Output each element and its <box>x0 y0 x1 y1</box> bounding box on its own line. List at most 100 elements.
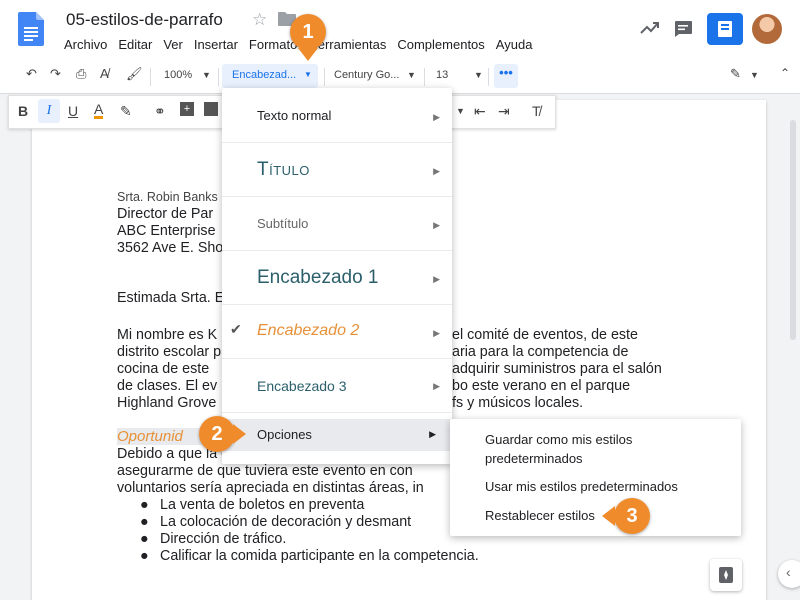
reset-styles[interactable]: Restablecer estilos <box>485 506 595 525</box>
menu-item-label: Opciones <box>257 427 312 442</box>
font-chevron-icon[interactable]: ▼ <box>407 70 416 80</box>
callout-step-1: 1 <box>290 14 326 50</box>
submenu-arrow-icon: ▶ <box>433 328 440 338</box>
italic-icon[interactable]: I <box>38 99 60 123</box>
body-line: de clases. El ev <box>117 378 218 394</box>
body-line: el comité de eventos, de este <box>452 327 638 343</box>
font-size-select[interactable]: 13 <box>436 69 448 81</box>
link-icon[interactable]: ⚭ <box>154 103 166 120</box>
body-line: asegurarme de que tuviera este evento en… <box>117 463 413 479</box>
menu-archivo[interactable]: Archivo <box>64 37 107 52</box>
decrease-indent-icon[interactable]: ⇤ <box>474 103 486 120</box>
collapse-toolbar-icon[interactable]: ⌃ <box>780 66 790 80</box>
print-icon[interactable]: ⎙ <box>76 66 86 82</box>
side-panel-toggle[interactable]: ‹ <box>778 560 800 588</box>
greeting-line: Estimada Srta. E <box>117 290 225 306</box>
redo-icon[interactable]: ↷ <box>50 66 61 82</box>
menu-item-heading-3[interactable]: Encabezado 3 ▶ <box>222 359 452 413</box>
font-select[interactable]: Century Go... <box>334 69 399 81</box>
options-submenu: Guardar como mis estilos predeterminados… <box>450 419 741 536</box>
more-tools-button[interactable]: ••• <box>494 64 518 88</box>
share-icon <box>718 21 732 37</box>
document-title[interactable]: 05-estilos-de-parrafo <box>66 10 223 30</box>
bullet-icon: ● <box>140 548 149 564</box>
user-avatar[interactable] <box>752 14 782 44</box>
menu-item-label: Título <box>257 159 310 180</box>
address-line: ABC Enterprise <box>117 223 216 239</box>
callout-step-3: 3 <box>614 498 650 534</box>
submenu-arrow-icon: ▶ <box>433 381 440 391</box>
use-default-styles[interactable]: Usar mis estilos predeterminados <box>485 477 678 496</box>
highlight-icon[interactable]: ✎ <box>120 103 132 120</box>
menu-item-heading-1[interactable]: Encabezado 1 ▶ <box>222 251 452 305</box>
list-item: La venta de boletos en preventa <box>160 497 365 513</box>
edit-mode-icon[interactable]: ✎ <box>730 66 741 82</box>
callout-pointer-icon <box>298 48 318 61</box>
text-color-icon[interactable]: A <box>94 102 104 119</box>
submenu-arrow-icon: ▶ <box>429 429 436 439</box>
list-chevron-icon[interactable]: ▼ <box>456 106 465 116</box>
menu-item-label: Encabezado 2 <box>257 322 360 339</box>
menu-item-heading-2[interactable]: ✔ Encabezado 2 ▶ <box>222 305 452 359</box>
size-chevron-icon[interactable]: ▼ <box>474 70 483 80</box>
address-line: 3562 Ave E. Sho <box>117 240 224 256</box>
body-line: cocina de este <box>117 361 210 377</box>
menu-editar[interactable]: Editar <box>118 37 152 52</box>
callout-pointer-icon <box>602 506 615 526</box>
comment-icon[interactable] <box>673 20 693 38</box>
bullet-icon: ● <box>140 514 149 530</box>
callout-step-2: 2 <box>199 416 235 452</box>
menu-item-label: Texto normal <box>257 108 332 123</box>
submenu-arrow-icon: ▶ <box>433 274 440 284</box>
star-icon[interactable]: ☆ <box>252 10 267 30</box>
edit-mode-chevron-icon[interactable]: ▼ <box>750 70 759 80</box>
body-line: Highland Grove <box>117 395 217 411</box>
menu-ayuda[interactable]: Ayuda <box>496 37 533 52</box>
zoom-select[interactable]: 100% <box>164 69 192 81</box>
body-line: bo este verano en el parque <box>452 378 631 394</box>
bold-icon[interactable]: B <box>18 103 28 119</box>
spellcheck-icon[interactable]: A̸ <box>100 66 109 81</box>
body-line: voluntarios sería apreciada en distintas… <box>117 480 424 496</box>
list-item: Dirección de tráfico. <box>160 531 287 547</box>
checkmark-icon: ✔ <box>230 321 242 337</box>
zoom-chevron-icon[interactable]: ▼ <box>202 70 211 80</box>
body-line: aria para la competencia de <box>452 344 629 360</box>
share-button[interactable] <box>707 13 743 45</box>
add-comment-icon[interactable]: + <box>180 102 194 116</box>
callout-pointer-icon <box>233 424 246 444</box>
increase-indent-icon[interactable]: ⇥ <box>498 103 510 120</box>
submenu-arrow-icon: ▶ <box>433 166 440 176</box>
scrollbar[interactable] <box>790 120 796 340</box>
bullet-icon: ● <box>140 497 149 513</box>
address-line: Srta. Robin Banks <box>117 190 218 204</box>
body-line: fs y músicos locales. <box>452 395 584 411</box>
explore-button[interactable] <box>710 559 742 591</box>
bullet-icon: ● <box>140 531 149 547</box>
menu-item-subtitle[interactable]: Subtítulo ▶ <box>222 197 452 251</box>
list-item: La colocación de decoración y desmant <box>160 514 412 530</box>
underline-icon[interactable]: U <box>68 103 78 119</box>
menu-insertar[interactable]: Insertar <box>194 37 238 52</box>
clear-formatting-icon[interactable]: T̸ <box>532 103 541 119</box>
menu-item-title[interactable]: Título ▶ <box>222 143 452 197</box>
paint-format-icon[interactable]: 🖌︎ <box>126 66 143 82</box>
menu-ver[interactable]: Ver <box>163 37 183 52</box>
menu-item-options[interactable]: Opciones ▶ <box>222 419 452 451</box>
insert-image-icon[interactable] <box>204 102 218 116</box>
save-as-default-styles[interactable]: Guardar como mis estilos predeterminados <box>485 430 685 468</box>
menu-formato[interactable]: Formato <box>249 37 297 52</box>
body-line: Mi nombre es K <box>117 327 218 343</box>
submenu-arrow-icon: ▶ <box>433 220 440 230</box>
paragraph-style-value: Encabezad... <box>232 69 297 81</box>
menu-complementos[interactable]: Complementos <box>397 37 484 52</box>
activity-trend-icon[interactable] <box>640 20 660 36</box>
selected-heading-text[interactable]: Oportunid <box>117 428 209 445</box>
style-chevron-icon: ▼ <box>304 70 312 79</box>
paragraph-style-select[interactable]: Encabezad... ▼ <box>222 64 318 88</box>
address-line: Director de Par <box>117 206 214 222</box>
undo-icon[interactable]: ↶ <box>26 66 37 82</box>
docs-logo-icon[interactable] <box>18 12 44 46</box>
menu-item-normal-text[interactable]: Texto normal ▶ <box>222 88 452 143</box>
chevron-left-icon: ‹ <box>786 564 791 580</box>
